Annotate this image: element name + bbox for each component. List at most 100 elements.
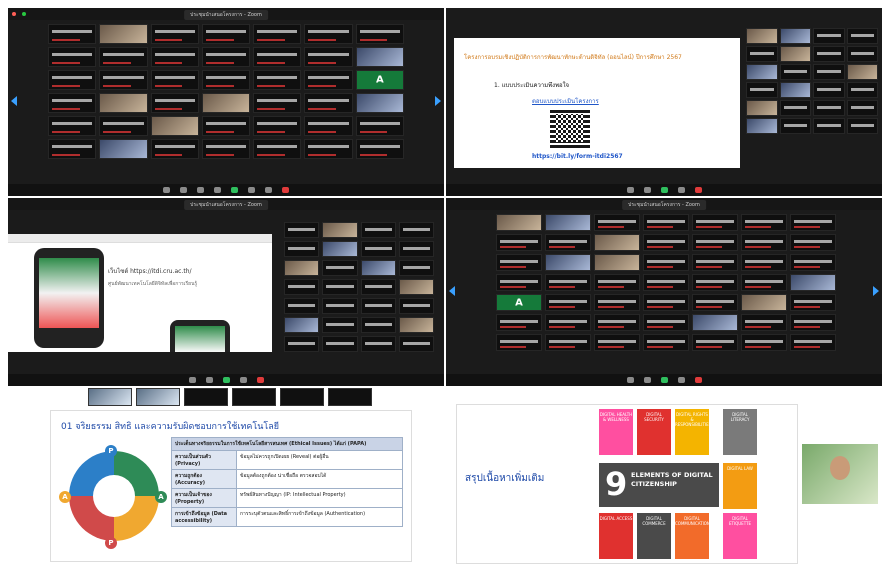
participant-tile[interactable] xyxy=(99,47,148,67)
participant-tile[interactable] xyxy=(136,388,180,406)
website-title[interactable]: เว็บไซต์ https://itdi.cru.ac.th/ xyxy=(108,266,192,276)
participant-tile[interactable] xyxy=(322,241,358,257)
share-screen-icon[interactable] xyxy=(660,187,668,193)
leave-button[interactable] xyxy=(256,377,264,383)
mute-icon[interactable] xyxy=(163,187,170,193)
participant-tile[interactable] xyxy=(284,222,320,238)
participant-tile[interactable] xyxy=(304,70,353,90)
participant-tile[interactable] xyxy=(779,118,811,134)
participant-tile[interactable] xyxy=(741,274,787,291)
participant-tile[interactable] xyxy=(545,274,591,291)
participant-tile[interactable] xyxy=(643,254,689,271)
participant-tile[interactable] xyxy=(355,139,404,159)
survey-link[interactable]: ตอบแบบประเมินโครงการ xyxy=(532,96,599,106)
participant-tile[interactable] xyxy=(545,234,591,251)
chat-icon[interactable] xyxy=(677,187,685,193)
leave-button[interactable] xyxy=(694,187,702,193)
participant-tile[interactable] xyxy=(398,241,434,257)
participant-tile[interactable] xyxy=(790,314,836,331)
participant-tile[interactable] xyxy=(48,139,97,159)
participant-tile[interactable] xyxy=(790,334,836,351)
participant-tile[interactable] xyxy=(150,70,199,90)
participant-tile[interactable] xyxy=(545,334,591,351)
participant-tile[interactable] xyxy=(746,100,778,116)
survey-short-url[interactable]: https://bit.ly/form-itdi2567 xyxy=(532,153,623,160)
participant-tile[interactable] xyxy=(779,46,811,62)
participant-tile[interactable] xyxy=(99,93,148,113)
participant-tile[interactable] xyxy=(779,64,811,80)
participant-tile[interactable] xyxy=(398,222,434,238)
participant-tile[interactable] xyxy=(643,314,689,331)
participant-tile[interactable] xyxy=(746,118,778,134)
participant-tile[interactable] xyxy=(746,64,778,80)
participant-avatar-tile[interactable] xyxy=(355,70,404,90)
participant-tile[interactable] xyxy=(741,214,787,231)
participant-tile[interactable] xyxy=(545,254,591,271)
participant-tile[interactable] xyxy=(48,24,97,44)
participant-tile[interactable] xyxy=(846,118,878,134)
participant-tile[interactable] xyxy=(692,254,738,271)
participant-tile[interactable] xyxy=(201,70,251,90)
leave-button[interactable] xyxy=(282,187,289,193)
participant-tile[interactable] xyxy=(99,24,148,44)
participant-tile[interactable] xyxy=(643,334,689,351)
participant-tile[interactable] xyxy=(48,70,97,90)
participant-tile[interactable] xyxy=(99,70,148,90)
video-icon[interactable] xyxy=(205,377,213,383)
participant-tile[interactable] xyxy=(355,116,404,136)
participant-tile[interactable] xyxy=(253,70,302,90)
participant-tile[interactable] xyxy=(304,93,353,113)
participant-tile[interactable] xyxy=(594,294,640,311)
participant-tile[interactable] xyxy=(692,274,738,291)
participant-tile[interactable] xyxy=(790,234,836,251)
participant-tile[interactable] xyxy=(322,279,358,295)
participant-tile[interactable] xyxy=(692,234,738,251)
participant-tile[interactable] xyxy=(846,46,878,62)
participant-tile[interactable] xyxy=(813,100,845,116)
participant-tile[interactable] xyxy=(846,28,878,44)
participant-tile[interactable] xyxy=(398,279,434,295)
participant-tile[interactable] xyxy=(253,139,302,159)
participant-tile[interactable] xyxy=(284,260,320,276)
participant-tile[interactable] xyxy=(284,298,320,314)
participant-tile[interactable] xyxy=(545,294,591,311)
mute-icon[interactable] xyxy=(626,377,634,383)
chat-icon[interactable] xyxy=(214,187,221,193)
video-icon[interactable] xyxy=(180,187,187,193)
share-screen-icon[interactable] xyxy=(222,377,230,383)
participant-tile[interactable] xyxy=(88,388,132,406)
participant-tile[interactable] xyxy=(779,100,811,116)
participant-tile[interactable] xyxy=(545,314,591,331)
participant-tile[interactable] xyxy=(496,234,542,251)
participant-tile[interactable] xyxy=(741,314,787,331)
participant-tile[interactable] xyxy=(692,294,738,311)
participant-tile[interactable] xyxy=(741,234,787,251)
video-icon[interactable] xyxy=(643,187,651,193)
maximize-dot-icon[interactable] xyxy=(22,12,26,16)
participant-tile[interactable] xyxy=(594,254,640,271)
participant-tile[interactable] xyxy=(643,274,689,291)
participant-tile[interactable] xyxy=(496,314,542,331)
participant-tile[interactable] xyxy=(304,116,353,136)
prev-page-icon[interactable] xyxy=(449,286,455,296)
participant-tile[interactable] xyxy=(813,64,845,80)
close-dot-icon[interactable] xyxy=(12,12,16,16)
participant-tile[interactable] xyxy=(201,116,251,136)
participant-tile[interactable] xyxy=(496,334,542,351)
participant-tile[interactable] xyxy=(322,336,358,352)
participant-tile[interactable] xyxy=(304,47,353,67)
participant-avatar-tile[interactable] xyxy=(496,294,542,311)
participant-tile[interactable] xyxy=(322,298,358,314)
participant-tile[interactable] xyxy=(360,317,396,333)
participant-tile[interactable] xyxy=(594,334,640,351)
participant-tile[interactable] xyxy=(355,24,404,44)
participant-tile[interactable] xyxy=(813,82,845,98)
participant-tile[interactable] xyxy=(741,294,787,311)
leave-button[interactable] xyxy=(694,377,702,383)
participant-tile[interactable] xyxy=(253,116,302,136)
participant-tile[interactable] xyxy=(496,254,542,271)
participant-tile[interactable] xyxy=(150,116,199,136)
participant-tile[interactable] xyxy=(150,93,199,113)
participant-tile[interactable] xyxy=(594,274,640,291)
participant-tile[interactable] xyxy=(99,139,148,159)
